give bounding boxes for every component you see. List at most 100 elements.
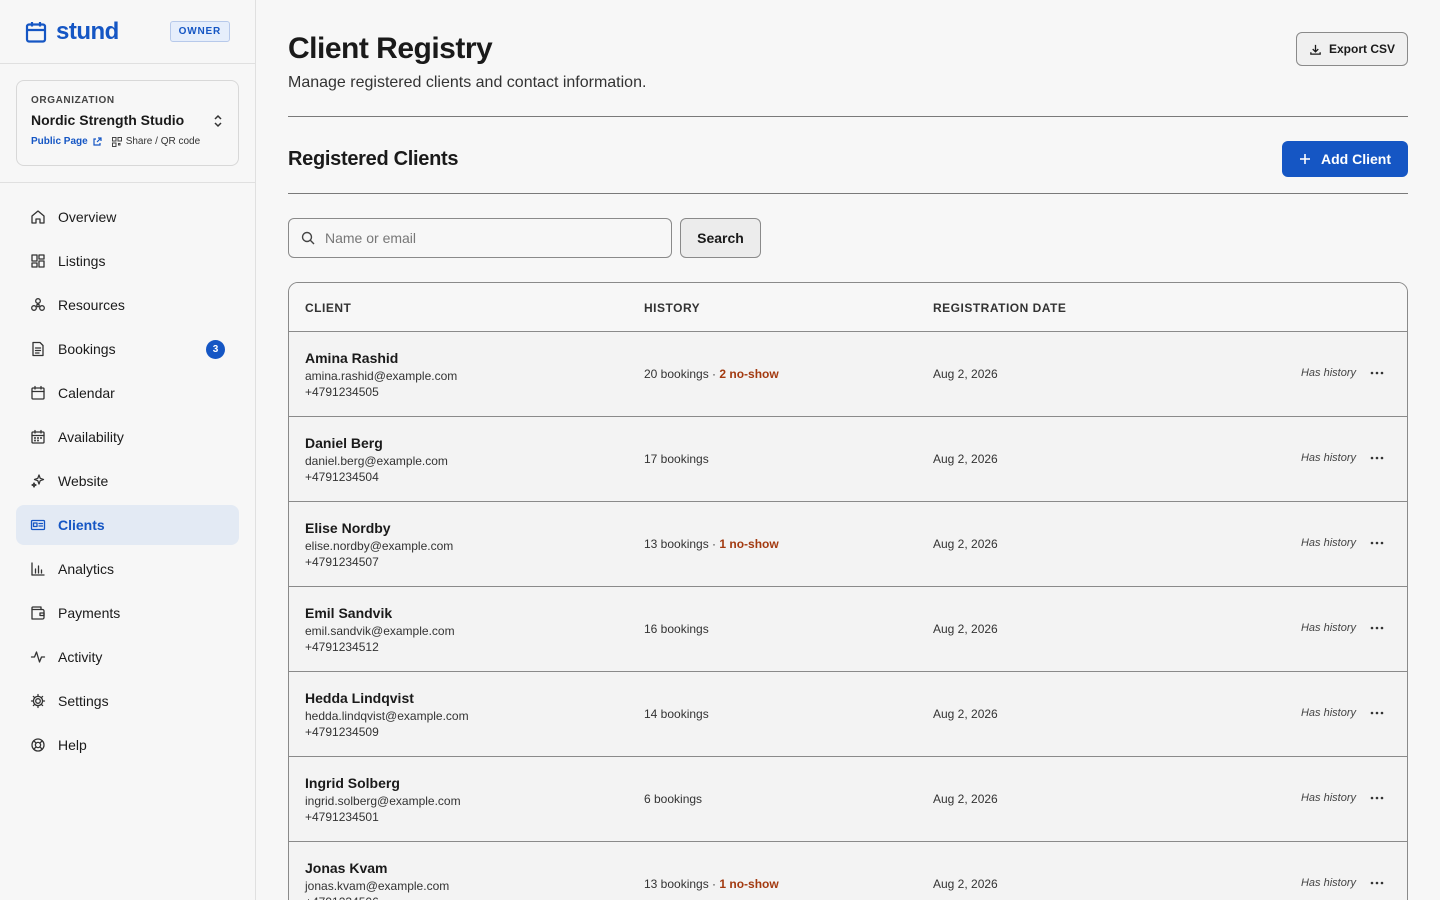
client-name: Jonas Kvam — [305, 860, 388, 876]
history-tag: Has history — [1300, 537, 1356, 549]
table-row[interactable]: Jonas Kvam jonas.kvam@example.com +4791234… — [289, 842, 1407, 900]
brand-name[interactable]: stund — [56, 18, 119, 46]
search-input[interactable] — [325, 230, 645, 246]
sidebar: stund OWNER ORGANIZATION Nordic Strength… — [0, 0, 256, 900]
client-email: ingrid.solberg@example.com — [305, 794, 461, 808]
more-options-icon[interactable] — [1369, 790, 1385, 806]
grid-icon — [31, 254, 45, 268]
column-header-history[interactable]: HISTORY — [644, 301, 700, 315]
add-client-button[interactable]: Add Client — [1282, 141, 1408, 177]
document-icon — [32, 341, 44, 357]
column-header-client[interactable]: CLIENT — [305, 301, 351, 315]
home-icon — [31, 210, 45, 224]
registration-date: Aug 2, 2026 — [933, 537, 998, 551]
public-page-link[interactable]: Public Page — [31, 136, 102, 147]
role-badge: OWNER — [169, 21, 230, 42]
sidebar-item-overview[interactable]: Overview — [16, 197, 239, 237]
client-email: emil.sandvik@example.com — [305, 624, 455, 638]
table-body: Amina Rashid amina.rashid@example.com +479… — [289, 332, 1407, 900]
sidebar-item-website[interactable]: Website — [16, 461, 239, 501]
sidebar-item-help[interactable]: Help — [16, 725, 239, 765]
client-phone: +4791234507 — [305, 555, 379, 569]
no-show-count: 1 no-show — [719, 537, 779, 551]
bookings-count-badge: 3 — [206, 340, 225, 359]
more-options-icon[interactable] — [1369, 875, 1385, 891]
client-history: 14 bookings — [644, 707, 709, 721]
more-options-icon[interactable] — [1369, 535, 1385, 551]
bookings-count: 14 bookings — [644, 707, 709, 721]
bookings-count: 20 bookings — [644, 367, 709, 381]
client-phone: +4791234504 — [305, 470, 379, 484]
sidebar-item-calendar[interactable]: Calendar — [16, 373, 239, 413]
calendar-icon — [31, 385, 45, 400]
sidebar-item-availability[interactable]: Availability — [16, 417, 239, 457]
share-qr-link[interactable]: Share / QR code — [111, 136, 200, 147]
calendar-logo-icon — [25, 21, 47, 43]
registration-date: Aug 2, 2026 — [933, 452, 998, 466]
sidebar-item-listings[interactable]: Listings — [16, 241, 239, 281]
sidebar-item-resources[interactable]: Resources — [16, 285, 239, 325]
sidebar-item-payments[interactable]: Payments — [16, 593, 239, 633]
more-options-icon[interactable] — [1369, 620, 1385, 636]
sidebar-item-settings[interactable]: Settings — [16, 681, 239, 721]
page-title: Client Registry — [288, 32, 493, 65]
chevron-up-down-icon — [214, 114, 222, 128]
sidebar-item-label: Help — [58, 737, 87, 753]
sidebar-item-analytics[interactable]: Analytics — [16, 549, 239, 589]
more-options-icon[interactable] — [1369, 450, 1385, 466]
client-name: Hedda Lindqvist — [305, 690, 414, 706]
table-header: CLIENT HISTORY REGISTRATION DATE — [289, 283, 1407, 332]
client-history: 16 bookings — [644, 622, 709, 636]
plus-icon — [1300, 154, 1310, 164]
id-card-icon — [30, 519, 46, 531]
external-link-icon — [93, 136, 102, 146]
qr-code-icon — [111, 136, 122, 147]
client-history: 13 bookings · 1 no-show — [644, 537, 779, 551]
more-options-icon[interactable] — [1369, 365, 1385, 381]
sidebar-item-label: Clients — [58, 517, 105, 533]
divider — [288, 193, 1408, 194]
export-csv-button[interactable]: Export CSV — [1295, 32, 1408, 66]
sidebar-item-activity[interactable]: Activity — [16, 637, 239, 677]
client-name: Amina Rashid — [305, 350, 399, 366]
sidebar-item-clients[interactable]: Clients — [16, 505, 239, 545]
history-separator: · — [708, 367, 720, 381]
client-email: jonas.kvam@example.com — [305, 879, 450, 893]
organization-switcher[interactable]: ORGANIZATION Nordic Strength Studio Publ… — [16, 80, 239, 166]
no-show-count: 2 no-show — [719, 367, 779, 381]
lifebuoy-icon — [31, 738, 45, 752]
bookings-count: 6 bookings — [644, 792, 703, 806]
table-row[interactable]: Daniel Berg daniel.berg@example.com +47912… — [289, 417, 1407, 502]
client-name: Elise Nordby — [305, 520, 391, 536]
bookings-count: 17 bookings — [644, 452, 709, 466]
history-tag: Has history — [1300, 707, 1356, 719]
table-row[interactable]: Amina Rashid amina.rashid@example.com +479… — [289, 332, 1407, 417]
download-icon — [1310, 44, 1321, 55]
client-email: amina.rashid@example.com — [305, 369, 458, 383]
registration-date: Aug 2, 2026 — [933, 367, 998, 381]
sidebar-item-bookings[interactable]: Bookings 3 — [16, 329, 239, 369]
no-show-count: 1 no-show — [719, 877, 779, 891]
registration-date: Aug 2, 2026 — [933, 877, 998, 891]
table-row[interactable]: Ingrid Solberg ingrid.solberg@example.com… — [289, 757, 1407, 842]
history-tag: Has history — [1300, 877, 1356, 889]
more-options-icon[interactable] — [1369, 705, 1385, 721]
sidebar-nav: Overview Listings Resources Bookings 3 Calend… — [0, 183, 255, 783]
sidebar-item-label: Overview — [58, 209, 117, 225]
search-icon — [301, 231, 315, 245]
table-row[interactable]: Elise Nordby elise.nordby@example.com +479… — [289, 502, 1407, 587]
sidebar-item-label: Resources — [58, 297, 125, 313]
history-tag: Has history — [1300, 792, 1356, 804]
column-header-registration-date[interactable]: REGISTRATION DATE — [933, 301, 1066, 315]
client-history: 13 bookings · 1 no-show — [644, 877, 779, 891]
sidebar-item-label: Website — [58, 473, 109, 489]
search-button[interactable]: Search — [680, 218, 761, 258]
client-phone: +4791234505 — [305, 385, 379, 399]
client-phone: +4791234512 — [305, 640, 379, 654]
resources-icon — [31, 298, 45, 311]
table-row[interactable]: Emil Sandvik emil.sandvik@example.com +479… — [289, 587, 1407, 672]
activity-icon — [30, 651, 46, 663]
table-row[interactable]: Hedda Lindqvist hedda.lindqvist@example.c… — [289, 672, 1407, 757]
bookings-count: 16 bookings — [644, 622, 709, 636]
registration-date: Aug 2, 2026 — [933, 707, 998, 721]
